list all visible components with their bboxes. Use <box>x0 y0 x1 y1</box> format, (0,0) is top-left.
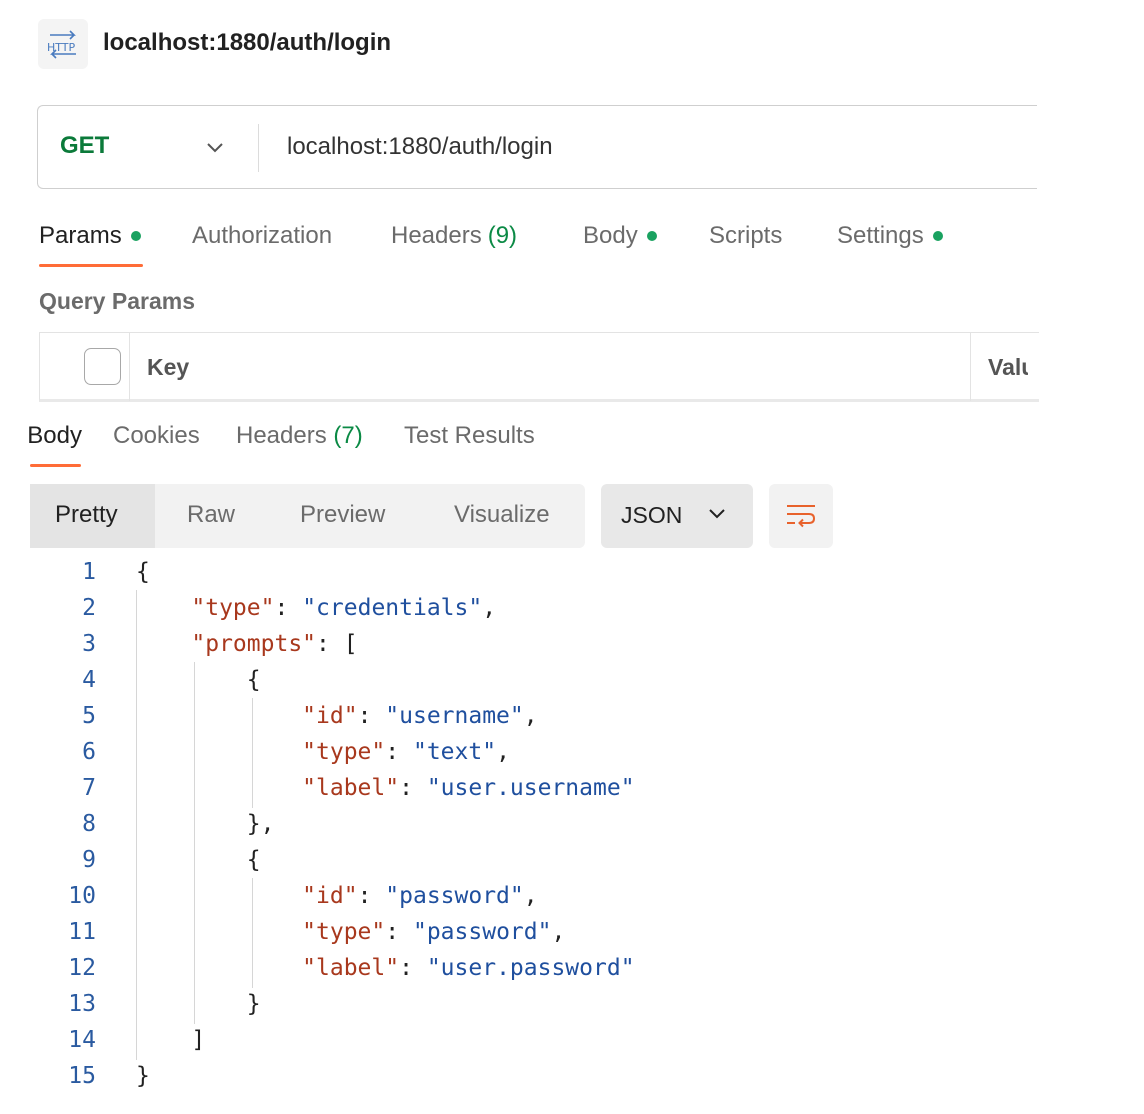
active-response-tab-underline <box>30 464 81 467</box>
active-tab-underline <box>39 264 143 267</box>
tab-scripts[interactable]: Scripts <box>709 222 782 250</box>
line-number: 2 <box>82 595 96 621</box>
line-number: 14 <box>68 1027 96 1053</box>
response-headers-count: (7) <box>333 422 363 449</box>
response-body-code[interactable]: 1 {2 "type": "credentials", 3 "prompts": [… <box>30 555 830 1100</box>
column-header-key: Key <box>147 354 190 380</box>
line-number: 13 <box>68 991 96 1017</box>
svg-text:HTTP: HTTP <box>47 41 76 54</box>
code-line: } <box>136 991 261 1017</box>
params-dot-indicator <box>130 231 141 241</box>
response-tab-headers[interactable]: Headers (7) <box>236 422 363 450</box>
line-number: 8 <box>82 811 96 837</box>
column-header-value: Value <box>988 354 1028 380</box>
query-params-title: Query Params <box>39 288 195 314</box>
line-number: 10 <box>68 883 96 909</box>
code-line: } <box>136 1063 150 1089</box>
chevron-down-icon <box>706 506 728 527</box>
column-divider <box>970 333 971 401</box>
select-all-checkbox[interactable] <box>84 348 121 385</box>
line-number: 12 <box>68 955 96 981</box>
tab-body[interactable]: Body <box>583 222 657 250</box>
line-number: 6 <box>82 739 96 765</box>
code-line: "id": "password", <box>302 883 538 909</box>
line-number: 9 <box>82 847 96 873</box>
view-mode-visualize[interactable]: Visualize <box>454 501 550 529</box>
code-line: }, <box>136 811 275 837</box>
code-line: "label": "user.username" <box>302 775 635 801</box>
line-number: 11 <box>68 919 96 945</box>
line-number: 3 <box>82 631 96 657</box>
url-divider <box>258 124 259 172</box>
settings-dot-indicator <box>932 231 943 241</box>
line-number: 5 <box>82 703 96 729</box>
code-line: "id": "username", <box>302 703 538 729</box>
wrap-lines-button[interactable] <box>769 484 833 548</box>
page-title: localhost:1880/auth/login <box>103 29 392 56</box>
line-number: 1 <box>82 559 96 585</box>
view-mode-raw[interactable]: Raw <box>187 501 235 529</box>
column-divider <box>129 333 130 401</box>
line-number: 4 <box>82 667 96 693</box>
code-line: { <box>136 559 150 585</box>
response-tab-cookies[interactable]: Cookies <box>113 422 200 450</box>
chevron-down-icon[interactable] <box>204 140 226 161</box>
method-selector[interactable]: GET <box>60 132 109 160</box>
code-line: ] <box>136 1027 206 1053</box>
response-tab-body[interactable]: Body <box>22 422 82 450</box>
view-mode-pretty[interactable]: Pretty <box>55 501 118 529</box>
code-line: "prompts": [ <box>191 631 358 657</box>
code-line: "type": "password", <box>302 919 566 945</box>
code-line: "type": "credentials", <box>191 595 497 621</box>
body-dot-indicator <box>646 231 657 241</box>
tab-authorization[interactable]: Authorization <box>192 222 332 250</box>
response-tab-test-results[interactable]: Test Results <box>404 422 535 450</box>
line-number: 7 <box>82 775 96 801</box>
tab-params[interactable]: Params <box>39 222 141 250</box>
line-number: 15 <box>68 1063 96 1089</box>
code-line: "label": "user.password" <box>302 955 635 981</box>
headers-count: (9) <box>487 222 518 249</box>
wrap-lines-icon <box>787 505 816 528</box>
code-line: "type": "text", <box>302 739 510 765</box>
tab-settings[interactable]: Settings <box>837 222 943 250</box>
http-request-icon: HTTP <box>38 19 88 69</box>
code-line: { <box>136 847 261 873</box>
tab-headers[interactable]: Headers (9) <box>391 222 517 250</box>
format-dropdown-label: JSON <box>621 502 683 528</box>
view-mode-preview[interactable]: Preview <box>300 501 385 529</box>
code-line: { <box>136 667 261 693</box>
url-input[interactable]: localhost:1880/auth/login <box>287 133 553 161</box>
